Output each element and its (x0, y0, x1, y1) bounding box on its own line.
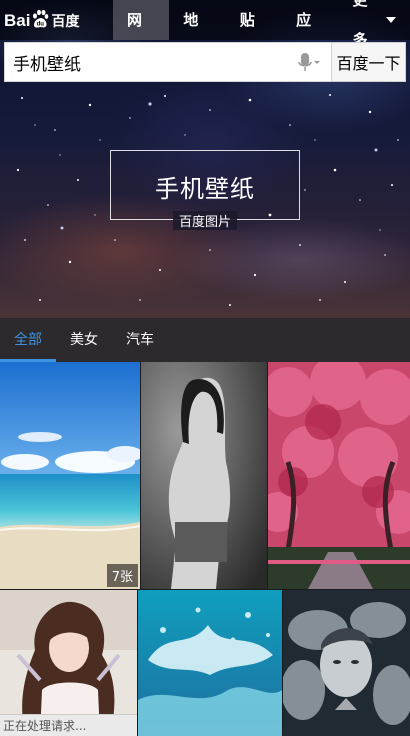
search-input-wrapper (4, 42, 331, 82)
nav-tieba[interactable]: 贴吧 (226, 0, 282, 69)
nav-more[interactable]: 更多 (339, 0, 410, 49)
logo-text-chinese: 百度 (51, 13, 80, 29)
logo-text-latin: Bai (4, 11, 31, 30)
top-nav-bar: Bai du 百度 网页 地图 贴吧 应用 更多 (0, 0, 410, 69)
search-bar: 百度一下 (4, 42, 406, 82)
baidu-logo[interactable]: Bai du 百度 (4, 8, 79, 34)
image-water-splash[interactable] (138, 590, 282, 736)
nav-web[interactable]: 网页 (113, 0, 170, 69)
tab-beauty[interactable]: 美女 (56, 318, 112, 362)
svg-text:du: du (37, 21, 45, 27)
tab-all[interactable]: 全部 (0, 318, 56, 362)
image-pink-trees[interactable] (268, 362, 410, 589)
nav-map[interactable]: 地图 (169, 0, 225, 69)
image-count-badge: 7张 (106, 564, 138, 587)
page: Bai du 百度 网页 地图 贴吧 应用 更多 (0, 0, 410, 736)
image-beach[interactable]: 7张 (0, 362, 140, 589)
chevron-down-icon (386, 17, 396, 23)
search-input[interactable] (5, 43, 275, 81)
hero-title-box[interactable]: 手机壁纸 百度图片 (110, 150, 300, 230)
tab-cars[interactable]: 汽车 (112, 318, 168, 362)
nav-apps[interactable]: 应用 (282, 0, 338, 69)
paw-icon: du (31, 9, 49, 34)
search-button[interactable]: 百度一下 (331, 42, 406, 82)
status-bar: 正在处理请求... (0, 714, 137, 736)
category-tabs: 全部 美女 汽车 (0, 318, 410, 362)
microphone-icon[interactable] (297, 52, 321, 74)
hero-subtitle: 百度图片 (172, 211, 238, 230)
image-portrait-bw[interactable] (141, 362, 267, 589)
image-smoke-portrait[interactable] (283, 590, 410, 736)
hero-title: 手机壁纸 (155, 175, 255, 203)
main-nav: 网页 地图 贴吧 应用 更多 (113, 0, 410, 69)
